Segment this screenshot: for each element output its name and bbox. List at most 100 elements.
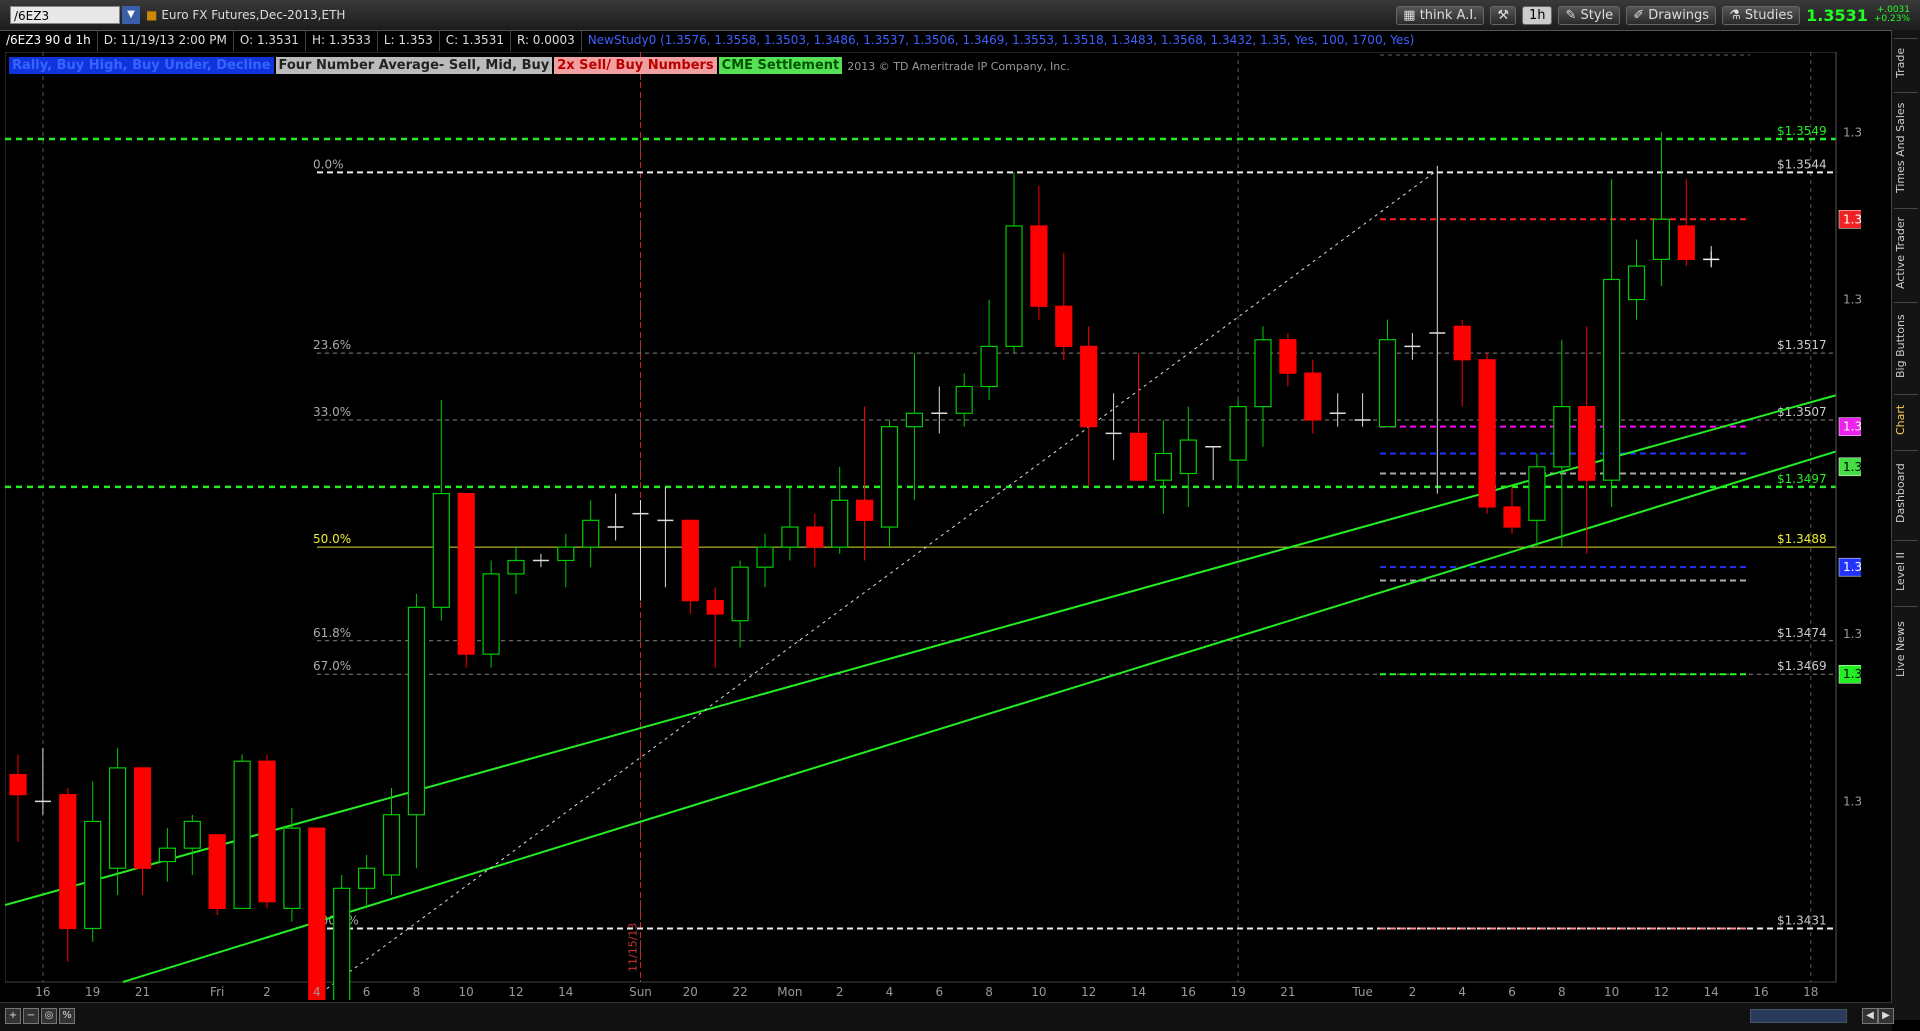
drawings-button[interactable]: ✐ Drawings [1626,5,1717,25]
price-tick: 1.345 [1843,794,1861,808]
zoom-fit-icon[interactable]: ◎ [41,1008,57,1024]
time-tick: 2 [836,985,844,999]
price-tag-text: 1.3537 [1843,212,1861,226]
scroll-right-icon[interactable]: ▶ [1878,1008,1894,1024]
fib-level-label: 0.0% [313,157,344,171]
candle-bearish [208,834,226,910]
candle-bullish [382,814,401,876]
study-label[interactable]: NewStudy0 (1.3576, 1.3558, 1.3503, 1.348… [582,31,1420,51]
candle-bearish [133,767,152,869]
chart-area[interactable]: 11/15/13 0.0% $1.3544 23.6% $1.3517 33.0% $1.… [4,51,1885,1016]
price-tag-text: 1.3485 [1843,560,1861,574]
tab-chart[interactable]: Chart [1894,394,1918,445]
time-tick: 21 [135,985,150,999]
time-tick: 18 [1803,985,1818,999]
interval-button[interactable]: 1h [1521,5,1553,25]
zoom-in-icon[interactable]: + [5,1008,21,1024]
tab-live-news[interactable]: Live News [1894,606,1918,691]
scroll-left-icon[interactable]: ◀ [1862,1008,1878,1024]
candle-bearish [457,492,475,655]
fib-price-label: $1.3474 [1777,626,1827,640]
time-tick: 4 [886,985,894,999]
candle-bullish [1553,406,1571,468]
time-tick: 10 [459,985,474,999]
price-chart[interactable]: 11/15/13 0.0% $1.3544 23.6% $1.3517 33.0% $1.… [4,51,1885,1016]
studies-icon: ⚗ [1729,7,1741,23]
settlement-price-label: $1.3549 [1777,124,1827,138]
percent-icon[interactable]: % [59,1008,75,1024]
candle-bearish [258,760,276,903]
candle-bullish [432,492,450,608]
timeframe-label[interactable]: /6EZ3 90 d 1h [0,31,98,51]
candle-bullish [557,546,575,562]
candle-bullish [1627,265,1646,301]
candle-bearish [681,519,699,602]
candle-bearish [855,499,874,521]
candle-bullish [233,760,251,910]
legend-rally[interactable]: Rally, Buy High, Buy Under, Decline [9,57,274,74]
time-tick: 10 [1031,985,1046,999]
fib-level-label: 23.6% [313,338,351,352]
tab-dashboard[interactable]: Dashboard [1894,450,1918,535]
candle-bearish [1677,225,1695,261]
time-tick: 6 [1508,985,1516,999]
wrench-icon: ⚒ [1497,7,1509,23]
open-label: O: 1.3531 [234,31,306,51]
candle-bullish [158,847,176,863]
tab-level-ii[interactable]: Level II [1894,540,1918,601]
candle-bullish [407,606,425,816]
legend-cme-settlement[interactable]: CME Settlement [718,57,843,74]
candle-bullish [1528,466,1546,521]
time-tick: 8 [1558,985,1566,999]
time-tick: 14 [558,985,573,999]
tools-button[interactable]: ⚒ [1490,5,1516,25]
think-ai-icon: ▦ [1403,7,1416,23]
candle-bearish [1080,345,1098,428]
zoom-out-icon[interactable]: − [23,1008,39,1024]
fib-price-label: $1.3544 [1777,157,1827,171]
tab-active-trader[interactable]: Active Trader [1894,208,1918,297]
price-tag-text: 1.3506 [1843,420,1861,434]
time-tick: 6 [935,985,943,999]
copyright: 2013 © TD Ameritrade IP Company, Inc. [847,60,1070,73]
tab-trade[interactable]: Trade [1894,38,1918,87]
price-tick: 1.3525 [1843,293,1861,307]
symbol-input[interactable]: /6EZ3 [10,6,120,24]
date-label: D: 11/19/13 2:00 PM [98,31,234,51]
studies-button[interactable]: ⚗ Studies [1722,5,1801,25]
candle-bearish [1279,339,1297,374]
style-button[interactable]: ✎ Style [1558,5,1621,25]
think-ai-label: think A.I. [1419,7,1478,23]
close-label: C: 1.3531 [440,31,511,51]
change-block: +.0031 +0.23% [1874,6,1910,24]
legend-2x-numbers[interactable]: 2x Sell/ Buy Numbers [554,57,717,74]
time-tick: 16 [1753,985,1768,999]
time-tick: 6 [363,985,371,999]
price-tag-text: 1.35 [1843,460,1861,474]
settlement-price-label: $1.3497 [1777,472,1827,486]
legend-four-number[interactable]: Four Number Average- Sell, Mid, Buy [275,57,553,74]
time-tick: Fri [210,985,224,999]
candle-bullish [84,820,102,930]
time-tick: 4 [313,985,321,999]
candle-bearish [1304,372,1322,421]
symbol-dropdown-icon[interactable]: ▼ [122,6,140,24]
time-tick: 4 [1458,985,1466,999]
candle-bullish [1005,225,1023,347]
futures-icon: ■ [146,8,158,22]
price-tick: 1.355 [1843,125,1861,139]
time-tick: 8 [985,985,993,999]
tab-times-and-sales[interactable]: Times And Sales [1894,92,1918,203]
think-ai-button[interactable]: ▦ think A.I. [1396,5,1485,25]
time-tick: 14 [1131,985,1146,999]
chart-scrollbar[interactable] [1750,1009,1847,1023]
candle-bearish [1578,406,1596,481]
change-pct: +0.23% [1873,14,1910,24]
time-tick: Tue [1351,985,1373,999]
candle-bullish [358,867,376,889]
candle-bullish [507,559,525,575]
fib-level-label: 33.0% [313,405,351,419]
tab-big-buttons[interactable]: Big Buttons [1894,302,1918,389]
time-tick: 16 [35,985,50,999]
time-tick: 12 [1081,985,1096,999]
